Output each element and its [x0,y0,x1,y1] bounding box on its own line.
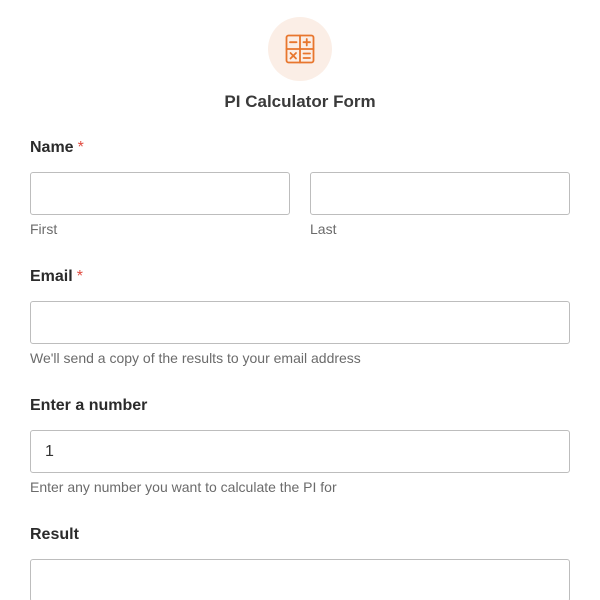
required-mark: * [76,268,83,285]
last-name-input[interactable] [310,172,570,215]
calculator-icon [285,34,315,64]
email-label: Email * [30,268,83,286]
email-input[interactable] [30,301,570,344]
email-label-text: Email [30,268,73,285]
name-label: Name * [30,139,84,157]
number-description: Enter any number you want to calculate t… [30,479,337,495]
first-name-sublabel: First [30,221,58,237]
result-input[interactable] [30,559,570,600]
number-label: Enter a number [30,397,148,414]
email-description: We'll send a copy of the results to your… [30,350,361,366]
last-name-sublabel: Last [310,221,337,237]
first-name-input[interactable] [30,172,290,215]
number-input[interactable] [30,430,570,473]
form-title: PI Calculator Form [224,92,376,111]
form-icon-badge [268,17,332,81]
form-page: PI Calculator Form Name * First Last Emai… [0,0,600,600]
result-label: Result [30,526,79,543]
required-mark: * [77,139,84,156]
name-label-text: Name [30,139,74,156]
